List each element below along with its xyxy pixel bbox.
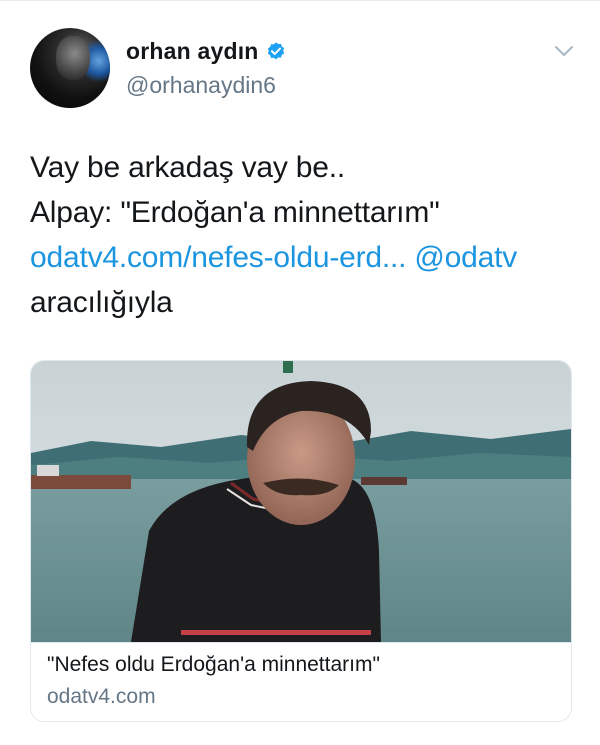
top-divider — [0, 0, 600, 1]
mention-link[interactable]: @odatv — [414, 241, 517, 274]
tweet-via-text: aracılığıyla — [30, 286, 173, 319]
tweet-text: Vay be arkadaş vay be.. Alpay: "Erdoğan'… — [30, 145, 575, 325]
author-display-name[interactable]: orhan aydın — [126, 38, 259, 65]
card-title[interactable]: "Nefes oldu Erdoğan'a minnettarım" — [47, 653, 380, 677]
tweet-url-link[interactable]: odatv4.com/nefes-oldu-erd... — [30, 241, 406, 274]
card-divider — [31, 642, 571, 643]
verified-badge-icon — [267, 41, 284, 59]
card-domain[interactable]: odatv4.com — [47, 685, 156, 709]
tweet-header: orhan aydın @orhanaydin6 — [30, 28, 578, 110]
chevron-down-icon[interactable] — [554, 44, 574, 58]
tweet-links-line: odatv4.com/nefes-oldu-erd... @odatv — [30, 235, 575, 280]
avatar[interactable] — [30, 28, 110, 108]
tweet-text-line-1: Vay be arkadaş vay be.. — [30, 151, 346, 184]
card-image[interactable] — [31, 361, 571, 642]
author-name-row[interactable]: orhan aydın — [126, 38, 287, 65]
link-preview-card[interactable]: "Nefes oldu Erdoğan'a minnettarım" odatv… — [30, 360, 572, 722]
tweet-text-line-2: Alpay: "Erdoğan'a minnettarım" — [30, 196, 440, 229]
author-handle[interactable]: @orhanaydin6 — [126, 72, 276, 99]
